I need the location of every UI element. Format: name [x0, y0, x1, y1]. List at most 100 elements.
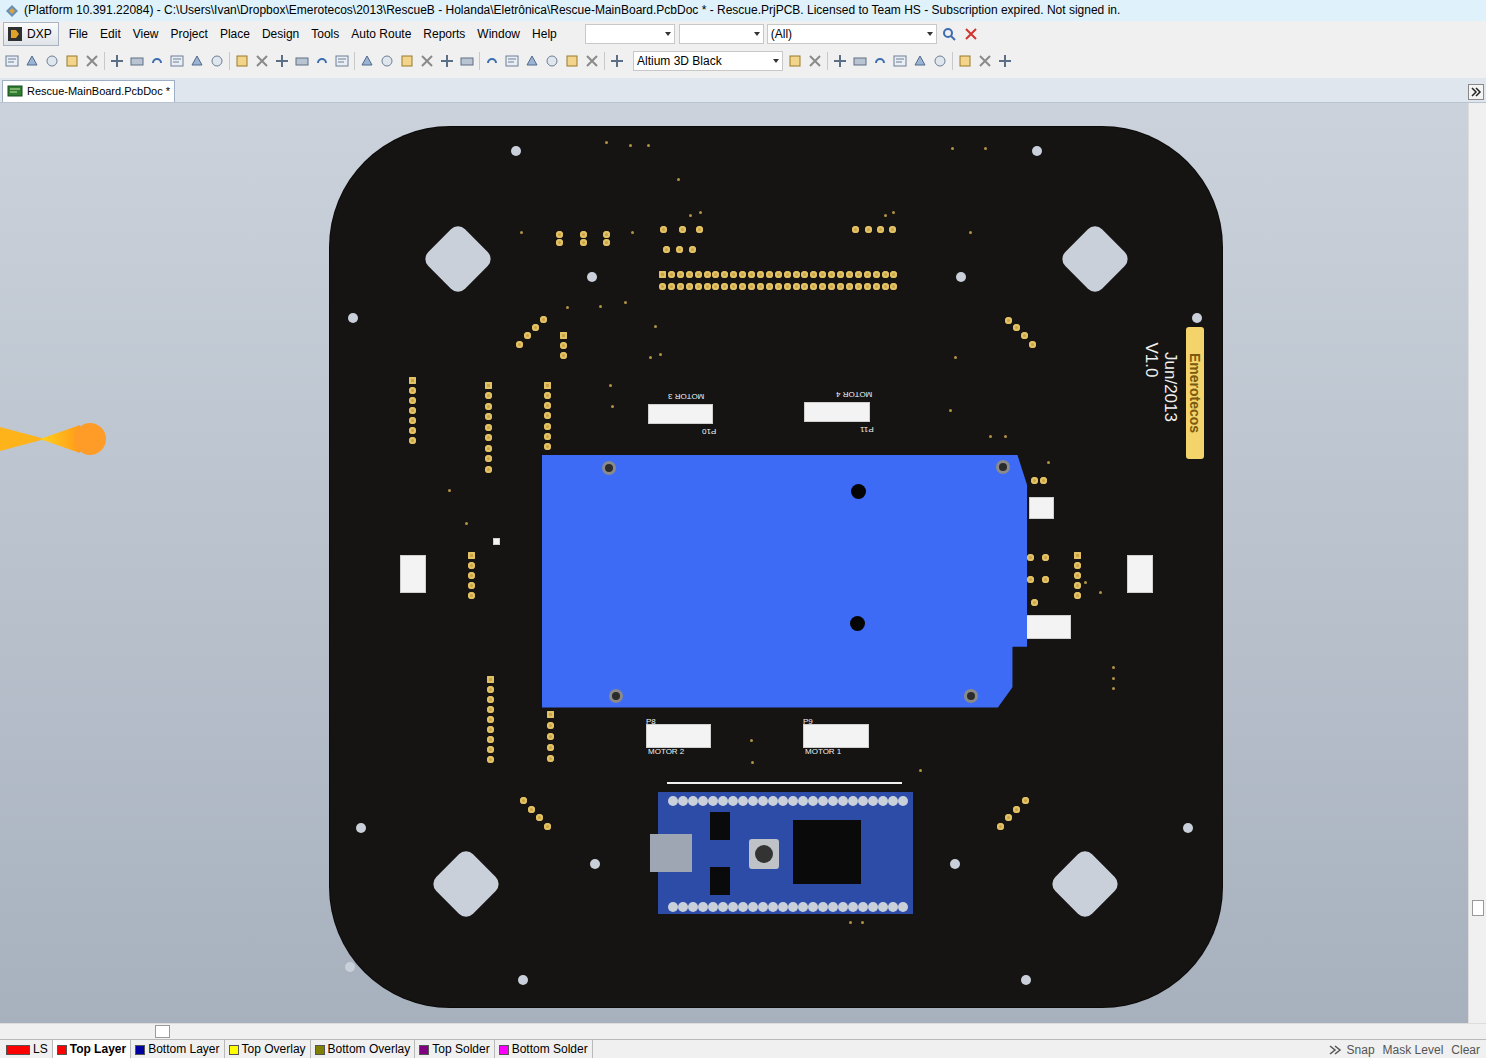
layer-tab[interactable]: Bottom Overlay: [311, 1040, 416, 1058]
combo-value[interactable]: (All): [771, 25, 792, 43]
menu-label[interactable]: DXP: [27, 25, 52, 43]
menu-item[interactable]: Design: [256, 23, 305, 45]
tool-icon[interactable]: [209, 53, 225, 69]
via: [969, 231, 972, 234]
tool-icon[interactable]: [234, 53, 250, 69]
tool-icon[interactable]: [564, 53, 580, 69]
clear-filter-icon[interactable]: [963, 26, 979, 42]
menu-item[interactable]: View: [127, 23, 165, 45]
tool-icon[interactable]: [84, 53, 100, 69]
tool-icon[interactable]: [932, 53, 948, 69]
menu-item[interactable]: Reports: [417, 23, 471, 45]
tool-icon[interactable]: [872, 53, 888, 69]
layer-tab[interactable]: Top Overlay: [225, 1040, 311, 1058]
tool-icon[interactable]: [379, 53, 395, 69]
scroll-thumb[interactable]: [1472, 900, 1484, 916]
layer-label[interactable]: Top Overlay: [242, 1042, 306, 1057]
tool-icon[interactable]: [892, 53, 908, 69]
tool-icon[interactable]: [977, 53, 993, 69]
reset-button-cap[interactable]: [755, 845, 773, 863]
pad: [1074, 572, 1081, 579]
tool-icon[interactable]: [609, 53, 625, 69]
tool-icon[interactable]: [64, 53, 80, 69]
tool-icon[interactable]: [852, 53, 868, 69]
tool-icon[interactable]: [44, 53, 60, 69]
tool-icon[interactable]: [912, 53, 928, 69]
header-pin: [688, 902, 698, 912]
tool-icon[interactable]: [419, 53, 435, 69]
set-combo[interactable]: [585, 24, 675, 44]
more-tabs-icon[interactable]: [1468, 84, 1484, 100]
tool-icon[interactable]: [169, 53, 185, 69]
tool-icon[interactable]: [274, 53, 290, 69]
document-tab[interactable]: Rescue-MainBoard.PcbDoc *: [2, 80, 175, 102]
layer-label[interactable]: LS: [33, 1042, 48, 1057]
dxp-icon[interactable]: [7, 26, 23, 42]
tool-icon[interactable]: [334, 53, 350, 69]
class-combo[interactable]: [679, 24, 764, 44]
layer-tab[interactable]: Top Solder: [415, 1040, 494, 1058]
combo-value[interactable]: Altium 3D Black: [637, 52, 722, 70]
layer-nav-icon[interactable]: [1327, 1042, 1343, 1058]
tool-icon[interactable]: [294, 53, 310, 69]
tool-icon[interactable]: [129, 53, 145, 69]
tool-icon[interactable]: [4, 53, 20, 69]
tool-icon[interactable]: [997, 53, 1013, 69]
pad: [409, 427, 416, 434]
view-config-combo[interactable]: Altium 3D Black: [633, 51, 783, 71]
menu-item[interactable]: Edit: [94, 23, 127, 45]
scroll-thumb[interactable]: [155, 1025, 170, 1038]
status-button[interactable]: Snap: [1343, 1041, 1379, 1058]
status-button[interactable]: Mask Level: [1379, 1041, 1448, 1058]
layer-tab[interactable]: Bottom Layer: [131, 1040, 224, 1058]
menu-item[interactable]: File: [63, 23, 94, 45]
tool-icon[interactable]: [484, 53, 500, 69]
layer-tab[interactable]: Top Layer: [53, 1040, 131, 1058]
tool-icon[interactable]: [399, 53, 415, 69]
horizontal-scrollbar[interactable]: [0, 1023, 1486, 1039]
menu-item[interactable]: Auto Route: [345, 23, 417, 45]
pad: [889, 226, 896, 233]
tool-icon[interactable]: [504, 53, 520, 69]
layer-label[interactable]: Top Layer: [70, 1042, 126, 1057]
layer-label[interactable]: Bottom Overlay: [328, 1042, 411, 1057]
tool-icon[interactable]: [524, 53, 540, 69]
pcb-document-icon[interactable]: [7, 83, 23, 99]
tool-icon[interactable]: [189, 53, 205, 69]
layer-tab[interactable]: LS: [2, 1040, 53, 1058]
tool-icon[interactable]: [149, 53, 165, 69]
tool-icon[interactable]: [832, 53, 848, 69]
layer-tab[interactable]: Bottom Solder: [495, 1040, 593, 1058]
light-source-icon[interactable]: [0, 419, 110, 459]
vertical-scrollbar[interactable]: [1468, 103, 1486, 1023]
pcb-3d-view[interactable]: MOTOR 3MOTOR 4MOTOR 2MOTOR 1P10P11P8P9Em…: [0, 103, 1468, 1023]
menu-item[interactable]: Window: [471, 23, 526, 45]
tab-label[interactable]: Rescue-MainBoard.PcbDoc *: [27, 83, 170, 100]
menu-item[interactable]: Tools: [305, 23, 345, 45]
tool-icon[interactable]: [24, 53, 40, 69]
tool-icon[interactable]: [957, 53, 973, 69]
status-button[interactable]: Clear: [1447, 1041, 1484, 1058]
menu-item[interactable]: Help: [526, 23, 563, 45]
tool-icon[interactable]: [807, 53, 823, 69]
pad: [1042, 576, 1049, 583]
tool-icon[interactable]: [544, 53, 560, 69]
tool-icon[interactable]: [787, 53, 803, 69]
menu-item[interactable]: Project: [165, 23, 214, 45]
tool-icon[interactable]: [254, 53, 270, 69]
tool-icon[interactable]: [584, 53, 600, 69]
pad: [689, 246, 696, 253]
dxp-button[interactable]: DXP: [3, 22, 59, 46]
layer-label[interactable]: Top Solder: [432, 1042, 489, 1057]
tool-icon[interactable]: [314, 53, 330, 69]
layer-label[interactable]: Bottom Layer: [148, 1042, 219, 1057]
filter-combo[interactable]: (All): [767, 24, 937, 44]
pcb-board[interactable]: MOTOR 3MOTOR 4MOTOR 2MOTOR 1P10P11P8P9Em…: [330, 127, 1222, 1007]
tool-icon[interactable]: [439, 53, 455, 69]
tool-icon[interactable]: [359, 53, 375, 69]
menu-item[interactable]: Place: [214, 23, 256, 45]
layer-label[interactable]: Bottom Solder: [512, 1042, 588, 1057]
tool-icon[interactable]: [459, 53, 475, 69]
apply-filter-icon[interactable]: [941, 26, 957, 42]
tool-icon[interactable]: [109, 53, 125, 69]
